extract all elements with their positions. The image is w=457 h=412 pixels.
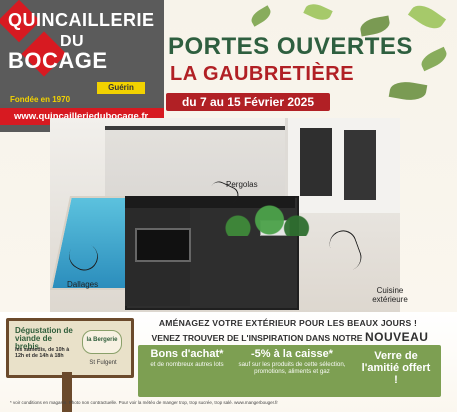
leaf-decoration	[248, 5, 274, 27]
tasting-place: St Fulgent	[89, 360, 117, 366]
footnote: * voir conditions en magasin. Photo non …	[10, 400, 278, 405]
offer-2-sub: sauf sur les produits de cette sélection…	[238, 361, 346, 375]
brand-name-line1: QUINCAILLERIE	[8, 10, 155, 30]
brand-name-line3: BOCAGE	[8, 48, 108, 73]
promo-line-1: AMÉNAGEZ VOTRE EXTÉRIEUR POUR LES BEAUX …	[158, 318, 418, 328]
founded-text: Fondée en 1970	[10, 95, 71, 104]
offer-2-title: -5% à la caisse*	[251, 348, 333, 360]
leaf-decoration	[418, 46, 450, 72]
pergola-shape	[105, 126, 285, 196]
leaf-decoration	[407, 0, 447, 35]
cuisine-exterieure-label: Cuisine extérieure	[372, 286, 408, 304]
leaf-decoration	[388, 79, 428, 103]
offer-1-sub: et de nombreux autres lots	[150, 361, 224, 368]
offer-1: Bons d'achat* et de nombreux autres lots	[148, 348, 226, 368]
brand-subname: Guérin	[97, 82, 145, 94]
house-door	[344, 130, 376, 200]
offer-1-title: Bons d'achat*	[150, 348, 224, 360]
offer-3: Verre de l'amitié offert !	[360, 350, 432, 386]
sign-post	[62, 372, 72, 412]
event-location: LA GAUBRETIÈRE	[170, 63, 355, 85]
plancha	[135, 228, 191, 262]
tasting-schedule: les samedis, de 10h à 12h et de 14h à 18…	[15, 347, 70, 359]
offer-2: -5% à la caisse* sauf sur les produits d…	[237, 348, 347, 375]
event-title: PORTES OUVERTES	[168, 33, 413, 60]
outdoor-showroom-photo	[50, 118, 400, 313]
event-dates-badge: du 7 au 15 Février 2025	[166, 93, 330, 111]
bergerie-logo-text: la Bergerie	[86, 337, 118, 343]
advertisement-canvas: QUINCAILLERIE DU BOCAGE Guérin Fondée en…	[0, 0, 457, 412]
promo-line-2-text: VENEZ TROUVER DE L'INSPIRATION DANS NOTR…	[151, 333, 363, 343]
leaf-decoration	[303, 0, 333, 24]
dallages-label: Dallages	[67, 280, 99, 289]
offer-3-title: Verre de l'amitié offert !	[361, 350, 431, 386]
house-door	[300, 128, 332, 196]
